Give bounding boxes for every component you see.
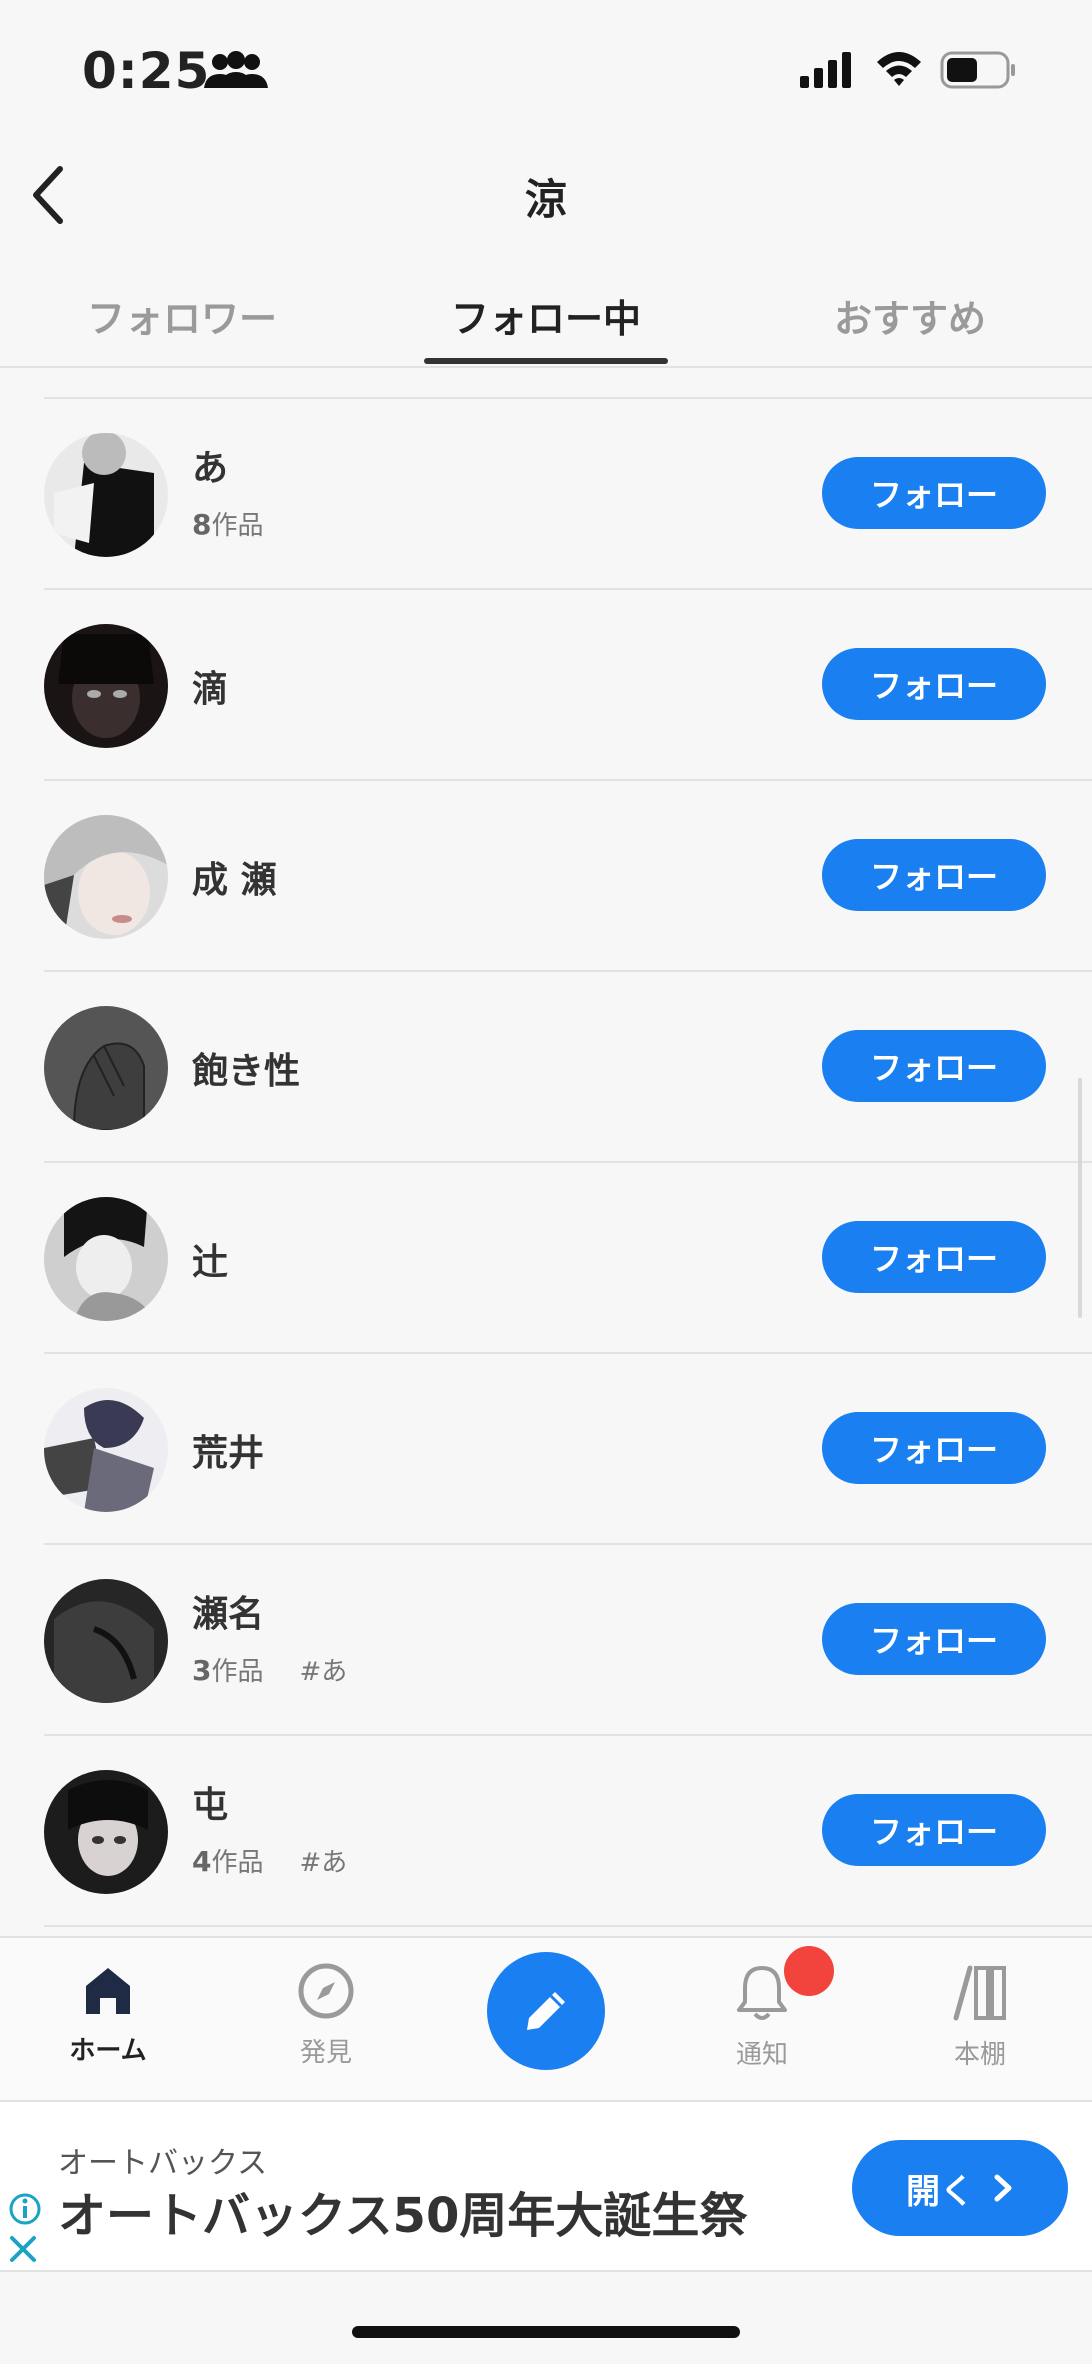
chevron-right-icon <box>994 2174 1012 2202</box>
bookshelf-icon <box>953 1965 1006 2021</box>
hashtag[interactable]: #あ <box>300 1657 348 1687</box>
avatar[interactable] <box>44 1388 168 1512</box>
follow-button[interactable]: フォロー <box>822 1603 1046 1675</box>
user-meta: 3作品 #あ <box>192 1651 347 1688</box>
nav-label: 本棚 <box>953 2040 1006 2070</box>
nav-bookshelf[interactable]: 本棚 <box>900 1962 1060 2071</box>
avatar[interactable] <box>44 1006 168 1130</box>
nav-home[interactable]: ホーム <box>28 1962 188 2067</box>
avatar[interactable] <box>44 1770 168 1894</box>
page-title: 涼 <box>524 175 567 224</box>
active-tab-underline <box>424 358 668 364</box>
follow-button[interactable]: フォロー <box>822 1030 1046 1102</box>
tab-followers[interactable]: フォロワー <box>32 288 332 343</box>
compass-icon <box>298 1963 354 2019</box>
bottom-nav: ホーム 発見 通知 本棚 <box>0 1936 1092 2102</box>
user-name: 瀬名 <box>192 1594 265 1635</box>
user-name: あ <box>192 448 229 489</box>
works-suffix: 作品 <box>211 511 264 541</box>
works-count: 4 <box>192 1845 212 1878</box>
user-name: 成 瀬 <box>192 860 277 901</box>
ad-open-label: 開く <box>906 2171 974 2212</box>
avatar[interactable] <box>44 815 168 939</box>
follow-button[interactable]: フォロー <box>822 648 1046 720</box>
user-name: 滴 <box>192 669 229 710</box>
follow-button[interactable]: フォロー <box>822 1221 1046 1293</box>
user-name: 屯 <box>192 1785 229 1826</box>
works-count: 8 <box>192 508 212 541</box>
ad-headline[interactable]: オートバックス50周年大誕生祭 <box>58 2176 747 2246</box>
follow-button[interactable]: フォロー <box>822 1794 1046 1866</box>
tab-following[interactable]: フォロー中 <box>396 288 696 343</box>
user-meta: 4作品 #あ <box>192 1842 347 1879</box>
list-item[interactable]: 屯 4作品 #あ フォロー <box>44 1736 1092 1927</box>
follow-button[interactable]: フォロー <box>822 457 1046 529</box>
avatar[interactable] <box>44 1197 168 1321</box>
list-item[interactable]: 滴 フォロー <box>44 590 1092 781</box>
list-item[interactable]: 飽き性 フォロー <box>44 972 1092 1163</box>
battery-icon <box>940 51 1015 89</box>
nav-label: 通知 <box>735 2040 788 2070</box>
tab-bar: フォロワー フォロー中 おすすめ <box>0 270 1092 368</box>
scrollbar[interactable] <box>1078 1078 1082 1318</box>
nav-discover[interactable]: 発見 <box>246 1962 406 2069</box>
follow-button[interactable]: フォロー <box>822 839 1046 911</box>
status-bar: 0:25 <box>0 0 1092 140</box>
list-item[interactable]: あ 8作品 フォロー <box>44 399 1092 590</box>
list-item[interactable]: 瀬名 3作品 #あ フォロー <box>44 1545 1092 1736</box>
avatar[interactable] <box>44 1579 168 1703</box>
list-item[interactable]: 成 瀬 フォロー <box>44 781 1092 972</box>
people-icon <box>204 51 268 88</box>
follow-button[interactable]: フォロー <box>822 1412 1046 1484</box>
bell-icon <box>737 1966 787 2020</box>
list-item[interactable]: 辻 フォロー <box>44 1163 1092 1354</box>
list-item[interactable]: 荒井 フォロー <box>44 1354 1092 1545</box>
following-list: あ 8作品 フォロー 滴 フォロー 成 瀬 フォロー 飽き性 フォロー 辻 フォ… <box>0 399 1092 1927</box>
compose-button[interactable] <box>487 1952 605 2070</box>
ad-open-button[interactable]: 開く <box>852 2140 1068 2236</box>
works-suffix: 作品 <box>211 1848 264 1878</box>
wifi-icon <box>877 52 921 86</box>
home-indicator[interactable] <box>352 2326 740 2338</box>
ad-banner[interactable]: オートバックス オートバックス50周年大誕生祭 開く <box>0 2100 1092 2272</box>
nav-label: 発見 <box>299 2038 352 2068</box>
avatar[interactable] <box>44 624 168 748</box>
user-name: 辻 <box>192 1242 229 1283</box>
user-name: 荒井 <box>192 1433 265 1474</box>
hashtag[interactable]: #あ <box>300 1848 348 1878</box>
close-icon[interactable] <box>8 2234 38 2264</box>
notification-badge <box>784 1946 834 1996</box>
info-icon[interactable] <box>8 2192 42 2226</box>
user-meta: 8作品 <box>192 505 264 542</box>
tab-recommended[interactable]: おすすめ <box>760 288 1060 343</box>
home-icon <box>86 1968 130 2014</box>
nav-label: ホーム <box>69 2036 147 2066</box>
pencil-icon <box>527 1992 565 2030</box>
works-suffix: 作品 <box>211 1657 264 1687</box>
works-count: 3 <box>192 1654 212 1687</box>
user-name: 飽き性 <box>192 1051 301 1092</box>
signal-icon <box>800 52 851 88</box>
status-time: 0:25 <box>82 42 211 100</box>
avatar[interactable] <box>44 433 168 557</box>
